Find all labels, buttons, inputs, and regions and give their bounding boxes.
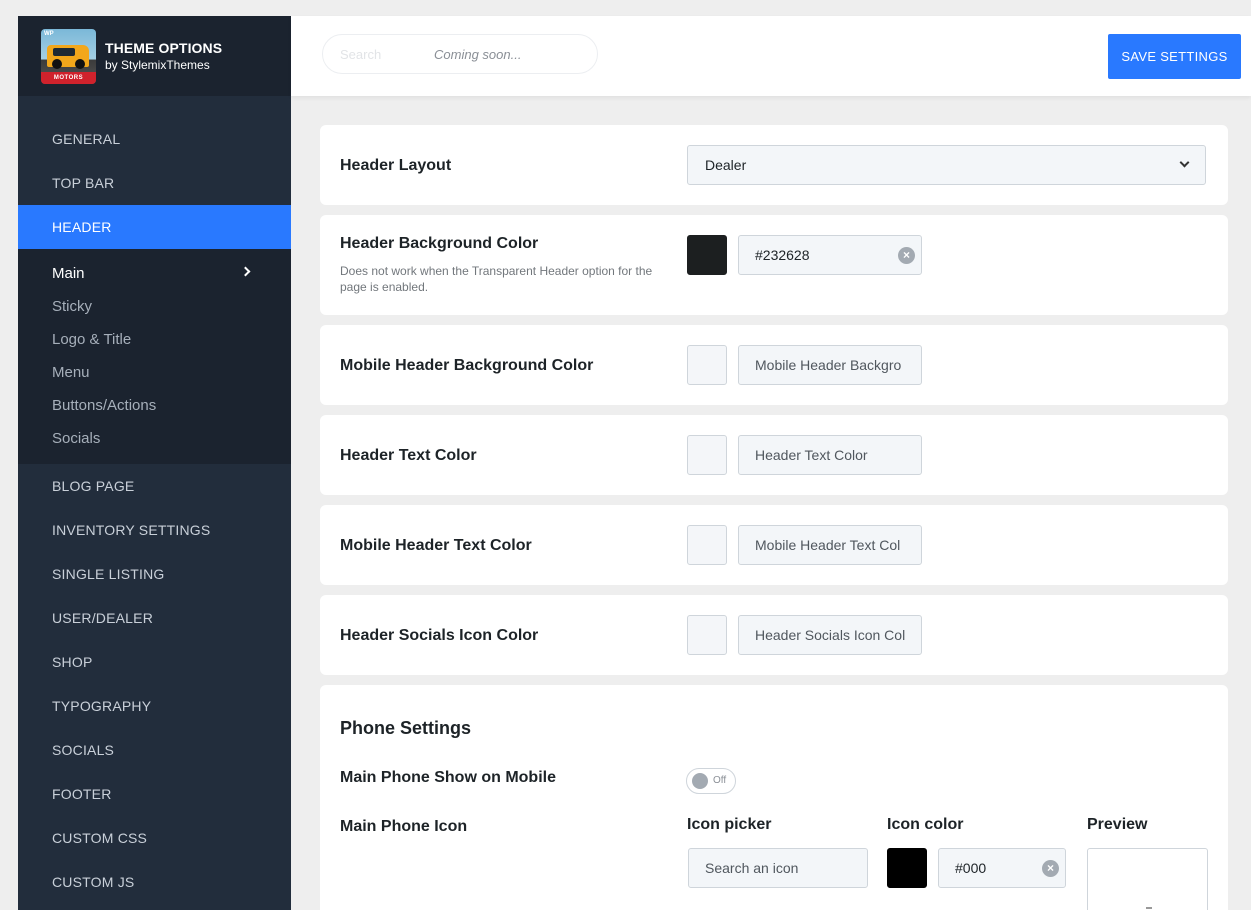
color-swatch[interactable] — [687, 435, 727, 475]
select-value: Dealer — [705, 157, 747, 173]
field-label: Main Phone Show on Mobile — [340, 769, 556, 786]
header-layout-row: Header Layout Dealer — [320, 125, 1228, 205]
header-layout-select[interactable]: Dealer — [687, 145, 1206, 185]
field-description: Does not work when the Transparent Heade… — [340, 264, 653, 294]
sidebar-item-custom-css[interactable]: CUSTOM CSS — [18, 816, 291, 860]
save-settings-button[interactable]: SAVE SETTINGS — [1108, 34, 1241, 79]
sidebar-item-typography[interactable]: TYPOGRAPHY — [18, 684, 291, 728]
field-label: Header Socials Icon Color — [340, 627, 539, 644]
field-label: Header Layout — [340, 157, 452, 174]
subnav-item-socials[interactable]: Socials — [18, 422, 291, 455]
field-label: Header Background Color — [340, 235, 539, 252]
search-coming-soon: Coming soon... — [434, 46, 522, 62]
brand-subtitle: by StylemixThemes — [105, 58, 210, 72]
wheel-icon — [52, 58, 62, 69]
sidebar-item-inventory-settings[interactable]: INVENTORY SETTINGS — [18, 508, 291, 552]
brand-title: THEME OPTIONS — [105, 40, 223, 56]
subnav-item-menu[interactable]: Menu — [18, 356, 291, 389]
toggle-knob — [692, 773, 708, 789]
search-input[interactable] — [340, 46, 420, 62]
chevron-right-icon — [240, 266, 251, 277]
logo-caption: MOTORS — [41, 71, 96, 84]
header-bg-color-row: Header Background Color Does not work wh… — [320, 215, 1228, 315]
wheel-icon — [75, 58, 85, 69]
mobile-header-bg-color-input[interactable]: Mobile Header Backgro — [738, 345, 922, 385]
sidebar-item-header[interactable]: HEADER — [18, 205, 291, 249]
color-swatch[interactable] — [687, 615, 727, 655]
phone-settings-section: Phone Settings Main Phone Show on Mobile… — [320, 685, 1228, 910]
subnav-item-logo-title[interactable]: Logo & Title — [18, 323, 291, 356]
clear-icon[interactable]: × — [898, 247, 915, 264]
section-title: Phone Settings — [340, 718, 472, 738]
header-socials-icon-color-row: Header Socials Icon Color Header Socials… — [320, 595, 1228, 675]
header-text-color-row: Header Text Color Header Text Color — [320, 415, 1228, 495]
field-label: Main Phone Icon — [340, 818, 468, 835]
sidebar-item-single-listing[interactable]: SINGLE LISTING — [18, 552, 291, 596]
icon-color-label: Icon color — [887, 816, 964, 833]
preview-placeholder — [1146, 907, 1152, 909]
clear-icon[interactable]: × — [1042, 860, 1059, 877]
mobile-header-text-color-input[interactable]: Mobile Header Text Col — [738, 525, 922, 565]
mobile-header-text-color-row: Mobile Header Text Color Mobile Header T… — [320, 505, 1228, 585]
chevron-down-icon — [1179, 157, 1190, 168]
brand-header: WP MOTORS THEME OPTIONS by StylemixTheme… — [18, 16, 291, 96]
sidebar-item-top-bar[interactable]: TOP BAR — [18, 161, 291, 205]
color-swatch[interactable] — [687, 345, 727, 385]
sidebar-item-general[interactable]: GENERAL — [18, 117, 291, 161]
header-socials-icon-color-input[interactable]: Header Socials Icon Col — [738, 615, 922, 655]
sidebar-item-footer[interactable]: FOOTER — [18, 772, 291, 816]
header-subnav: Main Sticky Logo & Title Menu Buttons/Ac… — [18, 249, 291, 464]
icon-preview — [1087, 848, 1208, 910]
color-swatch[interactable] — [887, 848, 927, 888]
search-box: Coming soon... — [322, 34, 598, 74]
field-label: Header Text Color — [340, 447, 477, 464]
field-label: Mobile Header Background Color — [340, 357, 594, 374]
subnav-item-main[interactable]: Main — [18, 257, 291, 290]
toggle-state-label: Off — [713, 775, 727, 786]
motors-logo: WP MOTORS — [41, 28, 96, 84]
sidebar: WP MOTORS THEME OPTIONS by StylemixTheme… — [18, 16, 291, 910]
phone-show-mobile-toggle[interactable]: Off — [686, 768, 736, 794]
sidebar-item-user-dealer[interactable]: USER/DEALER — [18, 596, 291, 640]
header-text-color-input[interactable]: Header Text Color — [738, 435, 922, 475]
icon-search-input[interactable] — [688, 848, 868, 888]
subnav-item-label: Main — [52, 265, 85, 282]
top-bar: Coming soon... SAVE SETTINGS — [291, 16, 1251, 96]
sidebar-item-custom-js[interactable]: CUSTOM JS — [18, 860, 291, 904]
header-bg-color-input[interactable] — [738, 235, 922, 275]
logo-badge: WP — [44, 30, 54, 37]
color-swatch[interactable] — [687, 235, 727, 275]
field-label: Mobile Header Text Color — [340, 537, 532, 554]
icon-picker-label: Icon picker — [687, 816, 772, 833]
preview-label: Preview — [1087, 816, 1148, 833]
subnav-item-buttons-actions[interactable]: Buttons/Actions — [18, 389, 291, 422]
sidebar-nav: GENERAL TOP BAR HEADER Main Sticky Logo … — [18, 96, 291, 904]
sidebar-item-socials[interactable]: SOCIALS — [18, 728, 291, 772]
mobile-header-bg-color-row: Mobile Header Background Color Mobile He… — [320, 325, 1228, 405]
subnav-item-sticky[interactable]: Sticky — [18, 290, 291, 323]
sidebar-item-shop[interactable]: SHOP — [18, 640, 291, 684]
sidebar-item-blog-page[interactable]: BLOG PAGE — [18, 464, 291, 508]
color-swatch[interactable] — [687, 525, 727, 565]
